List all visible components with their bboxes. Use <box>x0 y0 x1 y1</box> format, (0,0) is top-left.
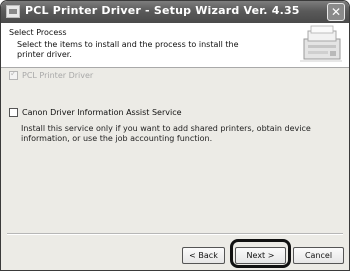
title-bar[interactable]: PCL Printer Driver - Setup Wizard Ver. 4… <box>1 1 349 23</box>
next-button-highlight <box>230 239 291 268</box>
option-assist-service[interactable]: Canon Driver Information Assist Service <box>9 108 182 117</box>
service-description: Install this service only if you want to… <box>21 124 311 143</box>
window-title: PCL Printer Driver - Setup Wizard Ver. 4… <box>25 4 300 17</box>
option-label: PCL Printer Driver <box>22 71 94 80</box>
app-icon <box>6 5 20 18</box>
setup-wizard-window: PCL Printer Driver - Setup Wizard Ver. 4… <box>0 0 350 271</box>
option-pcl-driver: PCL Printer Driver <box>9 69 94 80</box>
step-title: Select Process <box>9 28 67 37</box>
cancel-button[interactable]: Cancel <box>293 247 344 264</box>
divider <box>7 233 343 235</box>
wizard-header: Select Process Select the items to insta… <box>1 23 349 68</box>
checkbox-assist-service[interactable] <box>9 108 18 117</box>
checkbox-pcl-driver <box>9 69 18 80</box>
printer-illustration-icon <box>300 25 342 62</box>
option-label[interactable]: Canon Driver Information Assist Service <box>22 108 182 117</box>
step-description: Select the items to install and the proc… <box>17 40 239 59</box>
close-button[interactable]: ✕ <box>327 3 345 21</box>
wizard-content: PCL Printer Driver Canon Driver Informat… <box>1 68 349 233</box>
back-button[interactable]: < Back <box>182 247 225 264</box>
